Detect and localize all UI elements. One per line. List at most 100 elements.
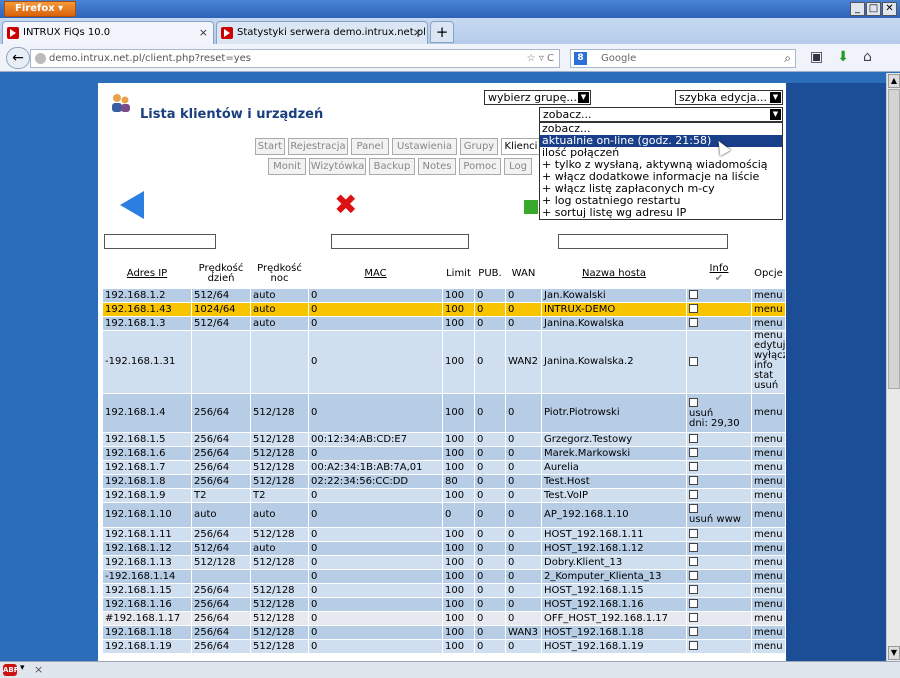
cell-options[interactable]: menu xyxy=(752,433,785,446)
chevron-down-icon[interactable]: ▾ xyxy=(20,663,25,673)
tab-notes[interactable]: Notes xyxy=(418,158,456,175)
col-header-mac[interactable]: MAC xyxy=(309,260,442,288)
cell-options[interactable]: menu xyxy=(752,626,785,639)
tab-monit[interactable]: Monit xyxy=(268,158,306,175)
tab-start[interactable]: Start xyxy=(255,138,285,155)
table-row[interactable]: 192.168.1.10 auto auto 0 0 0 0 AP_192.168.1.10 u… xyxy=(103,503,785,527)
cell-options[interactable]: menu xyxy=(752,503,785,527)
cell-info[interactable] xyxy=(687,447,751,460)
tab-ustawienia[interactable]: Ustawienia xyxy=(392,138,457,155)
info-checkbox[interactable] xyxy=(689,599,698,608)
cell-options[interactable]: menu xyxy=(752,475,785,488)
url-bar[interactable]: demo.intrux.net.pl/client.php?reset=yes … xyxy=(30,49,560,68)
table-row[interactable]: 192.168.1.9 T2 T2 0 100 0 0 Test.VoIP menu xyxy=(103,489,785,502)
host-filter-input[interactable] xyxy=(558,234,728,249)
info-checkbox[interactable] xyxy=(689,290,698,299)
table-row[interactable]: 192.168.1.2 512/64 auto 0 100 0 0 Jan.Kowalski m… xyxy=(103,289,785,302)
info-text[interactable]: usuń www xyxy=(689,515,749,525)
search-engine-icon[interactable]: 8 xyxy=(574,52,587,65)
scroll-up-icon[interactable]: ▲ xyxy=(888,74,900,88)
search-box[interactable]: 8 Google ⌕ xyxy=(570,49,796,68)
info-checkbox[interactable] xyxy=(689,448,698,457)
table-row[interactable]: 192.168.1.18 256/64 512/128 0 100 0 WAN3 HOST_1… xyxy=(103,626,785,639)
cell-info[interactable] xyxy=(687,433,751,446)
cell-info[interactable] xyxy=(687,303,751,316)
table-row[interactable]: 192.168.1.12 512/64 auto 0 100 0 0 HOST_192.168… xyxy=(103,542,785,555)
back-button[interactable]: ← xyxy=(6,47,30,69)
info-checkbox[interactable] xyxy=(689,398,698,407)
info-text[interactable]: usuń dni: 29,30 xyxy=(689,409,749,429)
cell-info[interactable] xyxy=(687,475,751,488)
download-icon[interactable]: ⬇ xyxy=(837,49,849,65)
info-checkbox[interactable] xyxy=(689,557,698,566)
tab-klienci[interactable]: Klienci xyxy=(501,138,541,155)
close-tab-icon[interactable]: × xyxy=(413,22,422,43)
info-checkbox[interactable] xyxy=(689,613,698,622)
info-checkbox[interactable] xyxy=(689,434,698,443)
cell-info[interactable] xyxy=(687,584,751,597)
info-checkbox[interactable] xyxy=(689,490,698,499)
tab-backup[interactable]: Backup xyxy=(369,158,415,175)
cell-info[interactable] xyxy=(687,489,751,502)
table-row[interactable]: #192.168.1.17 256/64 512/128 0 100 0 0 OFF_HOST… xyxy=(103,612,785,625)
tab-wizytowka[interactable]: Wizytówka xyxy=(309,158,366,175)
cell-info[interactable] xyxy=(687,317,751,330)
bookmark-star-icon[interactable]: ☆ ▿ C xyxy=(527,50,554,67)
table-row[interactable]: -192.168.1.14 0 100 0 0 2_Komputer_Klienta_13… xyxy=(103,570,785,583)
cell-info[interactable] xyxy=(687,598,751,611)
back-arrow-icon[interactable] xyxy=(120,191,144,219)
delete-icon[interactable]: ✖ xyxy=(334,191,357,219)
cell-info[interactable] xyxy=(687,626,751,639)
firefox-menu-button[interactable]: Firefox ▾ xyxy=(4,1,76,17)
col-header-host[interactable]: Nazwa hosta xyxy=(542,260,686,288)
table-row[interactable]: 192.168.1.16 256/64 512/128 0 100 0 0 HOST_192.… xyxy=(103,598,785,611)
scrollbar-thumb[interactable] xyxy=(888,89,900,389)
cell-info[interactable] xyxy=(687,556,751,569)
tab-statystyki[interactable]: Statystyki serwera demo.intrux.net.pl × xyxy=(216,21,428,44)
info-checkbox[interactable] xyxy=(689,462,698,471)
cell-options[interactable]: menu xyxy=(752,289,785,302)
add-icon[interactable] xyxy=(524,200,538,214)
col-header-ip[interactable]: Adres IP xyxy=(103,260,191,288)
cell-options[interactable]: menu xyxy=(752,570,785,583)
group-select[interactable]: wybierz grupę... ▼ xyxy=(484,90,591,105)
cell-options[interactable]: menu xyxy=(752,542,785,555)
minimize-button[interactable]: _ xyxy=(850,2,865,16)
tab-grupy[interactable]: Grupy xyxy=(460,138,498,155)
cell-info[interactable] xyxy=(687,612,751,625)
cell-options[interactable]: menu edytuj wyłącz info stat usuń xyxy=(752,331,785,393)
info-checkbox[interactable] xyxy=(689,529,698,538)
close-window-button[interactable]: ✕ xyxy=(882,2,897,16)
search-icon[interactable]: ⌕ xyxy=(784,50,791,67)
cell-info[interactable] xyxy=(687,570,751,583)
table-row[interactable]: -192.168.1.31 0 100 0 WAN2 Janina.Kowalska.2 m… xyxy=(103,331,785,393)
info-checkbox[interactable] xyxy=(689,504,698,513)
close-icon[interactable]: × xyxy=(34,663,43,676)
cell-info[interactable] xyxy=(687,528,751,541)
dropdown-option[interactable]: + sortuj listę wg adresu IP xyxy=(540,207,782,219)
info-checkbox[interactable] xyxy=(689,304,698,313)
ip-filter-input[interactable] xyxy=(104,234,216,249)
table-row[interactable]: 192.168.1.11 256/64 512/128 0 100 0 0 HOST_192.… xyxy=(103,528,785,541)
cell-info[interactable] xyxy=(687,461,751,474)
cell-options[interactable]: menu xyxy=(752,394,785,432)
mac-filter-input[interactable] xyxy=(331,234,469,249)
table-row[interactable]: 192.168.1.13 512/128 512/128 0 100 0 0 Dobry.Kl… xyxy=(103,556,785,569)
info-checkbox[interactable] xyxy=(689,357,698,366)
cell-options[interactable]: menu xyxy=(752,598,785,611)
tab-log[interactable]: Log xyxy=(504,158,532,175)
cell-options[interactable]: menu xyxy=(752,528,785,541)
cell-info[interactable]: usuń www xyxy=(687,503,751,527)
cell-info[interactable] xyxy=(687,331,751,393)
table-row[interactable]: 192.168.1.7 256/64 512/128 00:A2:34:1B:AB:7… xyxy=(103,461,785,474)
scroll-down-icon[interactable]: ▼ xyxy=(888,646,900,660)
page-scrollbar[interactable]: ▲ ▼ xyxy=(886,73,900,661)
col-header-info[interactable]: Info ✔ xyxy=(687,260,751,288)
table-row[interactable]: 192.168.1.3 512/64 auto 0 100 0 0 Janina.Kowals… xyxy=(103,317,785,330)
info-checkbox[interactable] xyxy=(689,627,698,636)
adblock-icon[interactable]: ABP xyxy=(3,664,19,676)
table-row[interactable]: 192.168.1.15 256/64 512/128 0 100 0 0 HOST_192.… xyxy=(103,584,785,597)
cell-options[interactable]: menu xyxy=(752,447,785,460)
info-checkbox[interactable] xyxy=(689,641,698,650)
table-row-highlighted[interactable]: 192.168.1.43 1024/64 auto 0 100 0 0 INTRUX-DEMO… xyxy=(103,303,785,316)
